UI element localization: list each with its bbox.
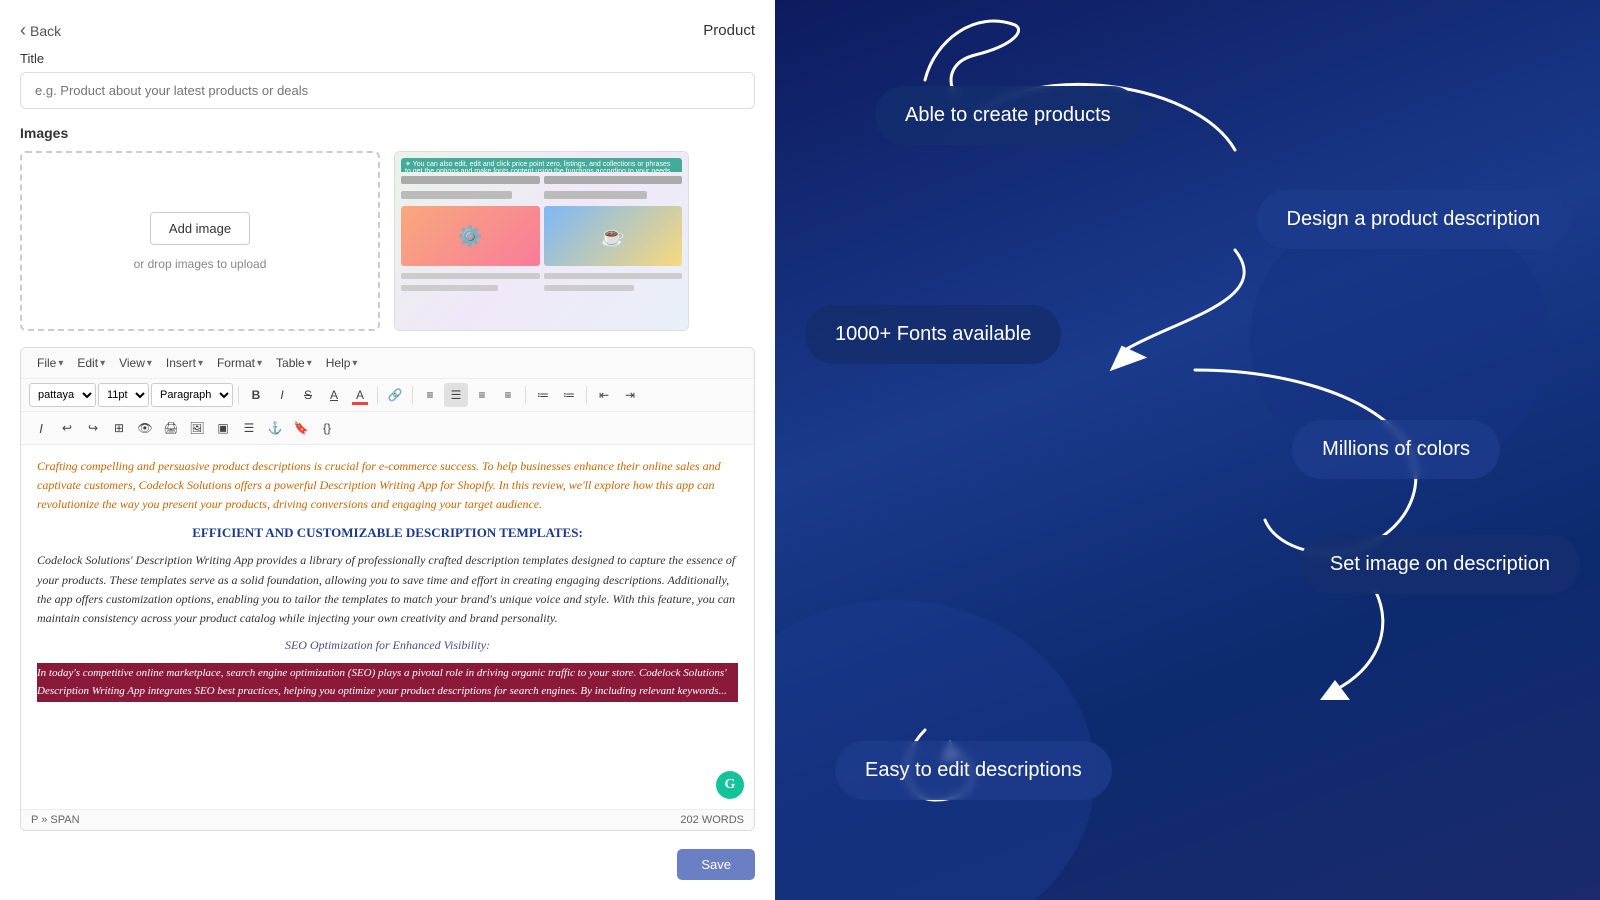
editor-menubar: File▾ Edit▾ View▾ Insert▾ Format▾ Table▾…: [21, 348, 754, 379]
italic-small-btn[interactable]: I: [29, 416, 53, 440]
feature-fonts: 1000+ Fonts available: [805, 305, 1061, 364]
feature-colors: Millions of colors: [1292, 420, 1500, 479]
para1: Crafting compelling and persuasive produ…: [37, 457, 738, 515]
feature-edit-descriptions: Easy to edit descriptions: [835, 741, 1112, 800]
print-btn[interactable]: 🖨: [159, 416, 183, 440]
redo-btn[interactable]: ↪: [81, 416, 105, 440]
feature-create-products: Able to create products: [875, 86, 1141, 145]
back-link[interactable]: Back: [20, 20, 61, 41]
add-image-button[interactable]: Add image: [150, 212, 250, 245]
image-btn[interactable]: 🖼: [185, 416, 209, 440]
upload-hint: or drop images to upload: [134, 257, 267, 271]
editor-container: File▾ Edit▾ View▾ Insert▾ Format▾ Table▾…: [20, 347, 755, 831]
product-label: Product: [703, 22, 755, 39]
italic-btn[interactable]: I: [270, 383, 294, 407]
anchor-btn[interactable]: ⚓: [263, 416, 287, 440]
title-input[interactable]: [20, 72, 755, 109]
unordered-list-btn[interactable]: ≔: [557, 383, 581, 407]
menu-file[interactable]: File▾: [31, 354, 69, 372]
align-center-btn[interactable]: ☰: [444, 383, 468, 407]
menu-edit[interactable]: Edit▾: [71, 354, 111, 372]
upload-box[interactable]: Add image or drop images to upload: [20, 151, 380, 331]
style-select[interactable]: Paragraph: [151, 383, 233, 407]
title-label: Title: [20, 51, 755, 66]
table-insert-btn[interactable]: ⊞: [107, 416, 131, 440]
left-panel: Back Product Title Images Add image or d…: [0, 0, 775, 900]
breadcrumb: P » SPAN: [31, 814, 80, 826]
align-right-btn[interactable]: ≡: [470, 383, 494, 407]
para2: Codelock Solutions' Description Writing …: [37, 551, 738, 628]
strikethrough-btn[interactable]: S: [296, 383, 320, 407]
seo-heading: SEO Optimization for Enhanced Visibility…: [37, 636, 738, 655]
highlighted-text: In today's competitive online marketplac…: [37, 663, 738, 702]
font-select[interactable]: pattaya: [29, 383, 96, 407]
underline-btn[interactable]: A: [322, 383, 346, 407]
size-select[interactable]: 11pt: [98, 383, 149, 407]
menu-help[interactable]: Help▾: [320, 354, 364, 372]
list-btn2[interactable]: ☰: [237, 416, 261, 440]
features-layout: Able to create products Design a product…: [775, 0, 1600, 900]
bookmark-btn[interactable]: 🔖: [289, 416, 313, 440]
word-count: 202 WORDS: [680, 814, 744, 826]
editor-toolbar: pattaya 11pt Paragraph B I S A A 🔗 ≡ ☰ ≡…: [21, 379, 754, 412]
media-btn[interactable]: ▣: [211, 416, 235, 440]
font-color-btn[interactable]: A: [348, 383, 372, 407]
undo-btn[interactable]: ↩: [55, 416, 79, 440]
source-btn[interactable]: {}: [315, 416, 339, 440]
editor-footer: P » SPAN 202 WORDS: [21, 809, 754, 830]
editor-body[interactable]: Crafting compelling and persuasive produ…: [21, 445, 754, 809]
ordered-list-btn[interactable]: ≔: [531, 383, 555, 407]
preview-btn[interactable]: 👁: [133, 416, 157, 440]
heading1: Efficient and Customizable Description T…: [192, 525, 583, 540]
menu-view[interactable]: View▾: [113, 354, 158, 372]
preview-image: ✦ You can also edit, edit and click pric…: [394, 151, 689, 331]
align-left-btn[interactable]: ≡: [418, 383, 442, 407]
feature-design-description: Design a product description: [1257, 190, 1570, 249]
menu-table[interactable]: Table▾: [270, 354, 318, 372]
right-panel: Able to create products Design a product…: [775, 0, 1600, 900]
link-btn[interactable]: 🔗: [383, 383, 407, 407]
bold-btn[interactable]: B: [244, 383, 268, 407]
justify-btn[interactable]: ≡: [496, 383, 520, 407]
menu-format[interactable]: Format▾: [211, 354, 268, 372]
editor-toolbar2: I ↩ ↪ ⊞ 👁 🖨 🖼 ▣ ☰ ⚓ 🔖 {}: [21, 412, 754, 445]
feature-set-image: Set image on description: [1300, 535, 1580, 594]
menu-insert[interactable]: Insert▾: [160, 354, 209, 372]
grammarly-btn[interactable]: G: [716, 771, 744, 799]
save-button[interactable]: Save: [677, 849, 755, 880]
indent-btn[interactable]: ⇥: [618, 383, 642, 407]
header-row: Back Product: [20, 20, 755, 41]
images-row: Add image or drop images to upload ✦ You…: [20, 151, 755, 331]
images-section-label: Images: [20, 125, 755, 141]
outdent-btn[interactable]: ⇤: [592, 383, 616, 407]
